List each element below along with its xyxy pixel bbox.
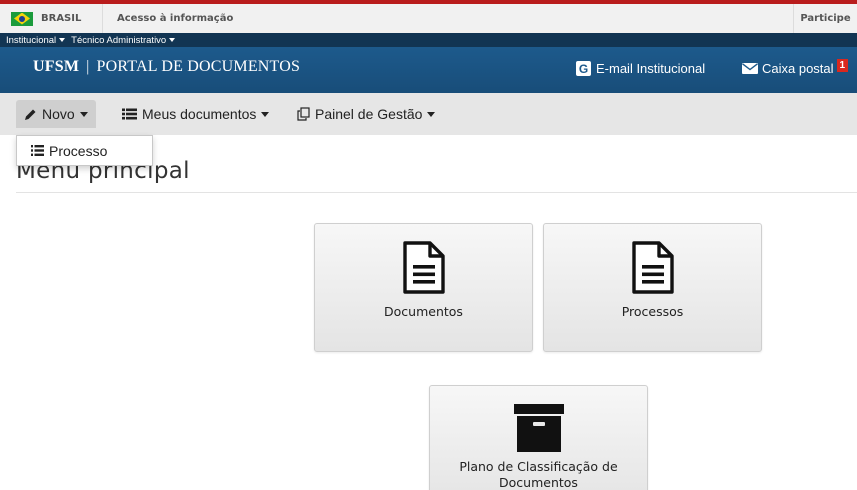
copy-icon — [297, 107, 310, 121]
brasil-label: BRASIL — [41, 13, 82, 24]
chevron-down-icon — [169, 38, 176, 42]
brand-short: UFSM — [33, 58, 80, 75]
tile-documentos[interactable]: Documentos — [314, 223, 533, 352]
institutional-sub-bar: Institucional Técnico Administrativo — [0, 33, 857, 47]
nav-novo[interactable]: Novo — [16, 100, 96, 128]
portal-header: UFSM | PORTAL DE DOCUMENTOS G E-mail Ins… — [0, 47, 857, 93]
tile-documentos-label: Documentos — [384, 304, 463, 319]
caixa-postal-link[interactable]: Caixa postal 1 — [742, 59, 849, 76]
portal-brand-link[interactable]: UFSM | PORTAL DE DOCUMENTOS — [33, 58, 300, 76]
tile-plano-label: Plano de Classificação de Documentos — [459, 459, 618, 490]
caixa-postal-label: Caixa postal — [762, 61, 834, 76]
unread-count-badge: 1 — [836, 59, 849, 72]
brasil-link[interactable]: BRASIL — [0, 4, 103, 33]
document-icon — [402, 241, 445, 294]
brazil-flag-icon — [11, 11, 33, 26]
chevron-down-icon — [427, 111, 436, 117]
tile-processos[interactable]: Processos — [543, 223, 762, 352]
email-institucional-link[interactable]: G E-mail Institucional — [576, 61, 705, 76]
chevron-down-icon — [59, 38, 66, 42]
list-ol-icon — [31, 145, 44, 156]
archive-box-icon — [513, 404, 564, 452]
tile-processos-label: Processos — [621, 304, 684, 319]
document-icon — [631, 241, 674, 294]
nav-meus-documentos-label: Meus documentos — [142, 106, 257, 122]
gov-top-bar: BRASIL Acesso à informação Participe — [0, 0, 857, 33]
tecnico-label: Técnico Administrativo — [71, 34, 167, 46]
chevron-down-icon — [79, 111, 88, 117]
pencil-icon — [24, 108, 37, 121]
participe-link[interactable]: Participe — [793, 4, 857, 33]
envelope-icon — [742, 63, 758, 74]
institucional-menu[interactable]: Institucional — [6, 34, 66, 46]
processo-label: Processo — [49, 142, 108, 159]
nav-painel-gestao-label: Painel de Gestão — [315, 106, 423, 122]
nav-novo-label: Novo — [42, 106, 75, 122]
acesso-informacao-link[interactable]: Acesso à informação — [117, 4, 233, 33]
novo-dropdown-item-processo[interactable]: Processo — [16, 135, 153, 166]
nav-painel-gestao[interactable]: Painel de Gestão — [289, 100, 443, 128]
institucional-label: Institucional — [6, 34, 57, 46]
title-divider — [16, 192, 857, 193]
email-label: E-mail Institucional — [596, 61, 706, 76]
brand-separator: | — [86, 58, 90, 75]
main-navbar: Novo Meus documentos Painel de Gestão — [0, 93, 857, 135]
tecnico-administrativo-menu[interactable]: Técnico Administrativo — [71, 34, 176, 46]
brand-name: PORTAL DE DOCUMENTOS — [96, 58, 301, 75]
nav-meus-documentos[interactable]: Meus documentos — [114, 100, 277, 128]
google-icon: G — [576, 61, 591, 76]
tile-plano-classificacao[interactable]: Plano de Classificação de Documentos — [429, 385, 648, 490]
list-icon — [122, 108, 137, 120]
chevron-down-icon — [261, 111, 270, 117]
